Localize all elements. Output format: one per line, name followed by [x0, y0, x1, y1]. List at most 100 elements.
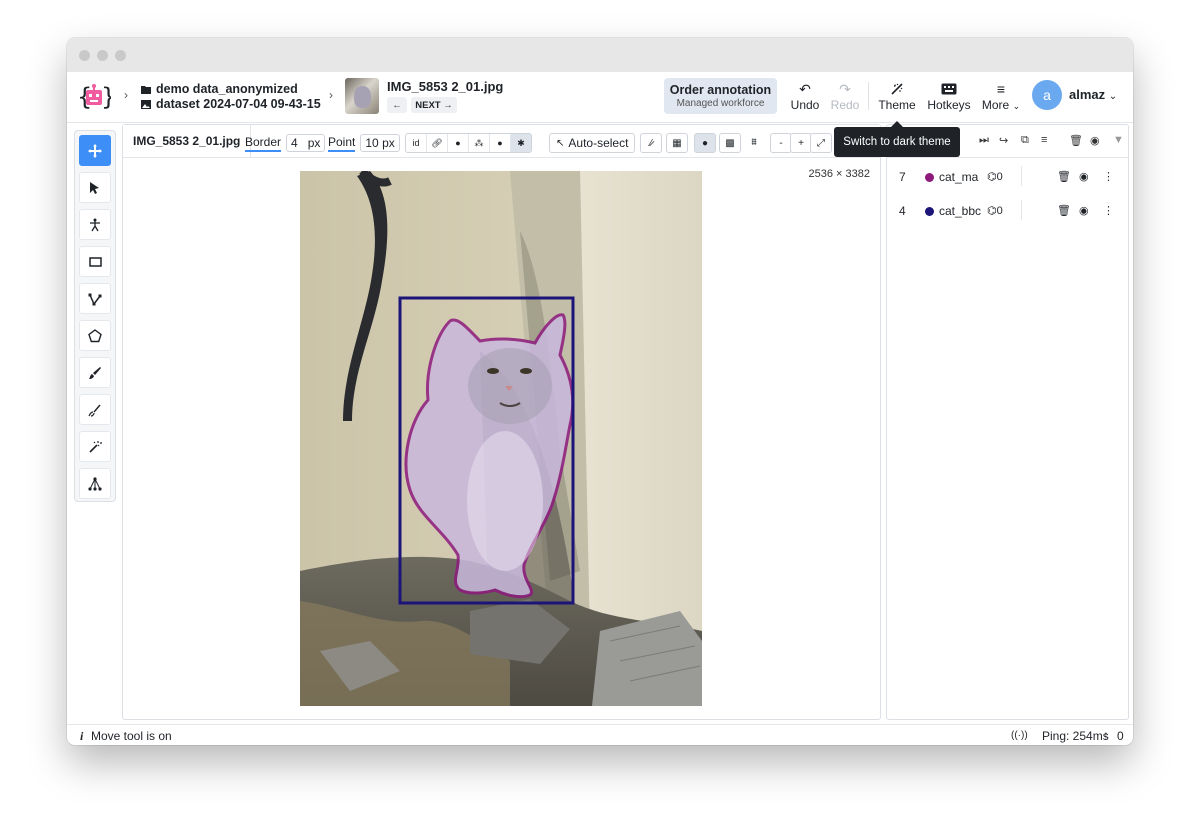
- gear-icon[interactable]: ✱: [511, 134, 531, 152]
- canvas-panel: IMG_5853 2_01.jpg Border 4 px Point 10 p…: [122, 124, 881, 720]
- grid-button[interactable]: ▦: [666, 133, 688, 153]
- user-menu[interactable]: almaz ⌄: [1069, 87, 1117, 102]
- skip-icon[interactable]: ⏭︎: [979, 134, 989, 147]
- visibility-icon[interactable]: ◉: [1090, 134, 1100, 147]
- minimize-window-dot[interactable]: [97, 50, 108, 61]
- magic-toggle-button[interactable]: ⁄̷: [640, 133, 662, 153]
- auto-select-label: Auto-select: [568, 136, 629, 150]
- prev-image-button[interactable]: ←: [387, 97, 407, 113]
- close-window-dot[interactable]: [79, 50, 90, 61]
- id-toggle[interactable]: id: [406, 134, 427, 152]
- graph-tool[interactable]: [79, 468, 111, 499]
- upload-count: 0: [1117, 729, 1124, 743]
- border-width-input[interactable]: 4 px: [286, 134, 326, 152]
- fit-button[interactable]: ⤢: [810, 133, 832, 153]
- tab-image[interactable]: IMG_5853 2_01.jpg: [123, 125, 252, 157]
- order-annotation-button[interactable]: Order annotation Managed workforce: [664, 78, 777, 114]
- header-divider: [868, 82, 869, 110]
- tag-icon[interactable]: ●: [448, 134, 469, 152]
- redo-icon: ↷: [839, 80, 851, 97]
- avatar[interactable]: a: [1032, 80, 1062, 110]
- more-vertical-icon[interactable]: ⋮: [1103, 170, 1114, 183]
- keypoint-tool[interactable]: [79, 209, 111, 240]
- collapse-icon[interactable]: ▼: [1113, 134, 1124, 146]
- theme-button[interactable]: Theme: [875, 80, 919, 112]
- next-image-button[interactable]: NEXT →: [411, 97, 457, 113]
- trash-icon[interactable]: 🗑︎: [1057, 204, 1071, 217]
- annotation-canvas[interactable]: [300, 171, 702, 706]
- delete-all-icon[interactable]: 🗑︎: [1069, 134, 1083, 147]
- object-tags[interactable]: ⌬0: [987, 204, 1003, 217]
- move-tool[interactable]: [79, 135, 111, 166]
- skeleton-icon: [90, 218, 100, 231]
- palette-button[interactable]: ●: [694, 133, 716, 153]
- order-annotation-subtitle: Managed workforce: [676, 98, 765, 109]
- brush-tool[interactable]: [79, 357, 111, 388]
- image-thumbnail[interactable]: [345, 78, 379, 114]
- point-size-input[interactable]: 10 px: [360, 134, 400, 152]
- breadcrumb-project[interactable]: demo data_anonymized: [141, 82, 321, 97]
- image-dimensions: 2536 × 3382: [808, 168, 870, 180]
- magic-wand-icon: [89, 440, 102, 453]
- more-vertical-icon[interactable]: ⋮: [1103, 204, 1114, 217]
- eraser-tool[interactable]: [79, 394, 111, 425]
- point-size-unit: px: [382, 136, 395, 150]
- zoom-in-label: +: [798, 137, 804, 149]
- rectangle-tool[interactable]: [79, 246, 111, 277]
- image-icon: [141, 100, 151, 109]
- object-row[interactable]: 4 cat_bbc ⌬0 🗑︎ ◉ ⋮: [887, 197, 1128, 225]
- object-row[interactable]: 7 cat_ma ⌬0 🗑︎ ◉ ⋮: [887, 163, 1128, 191]
- object-tags[interactable]: ⌬0: [987, 170, 1003, 183]
- hotkeys-button[interactable]: Hotkeys: [925, 80, 973, 112]
- rectangle-icon: [88, 256, 102, 267]
- user-icon[interactable]: ●: [490, 134, 511, 152]
- app-header: { } › demo data_anonymized dataset 2024-…: [67, 72, 1133, 123]
- object-color-swatch: [925, 173, 934, 182]
- mosaic-button[interactable]: ▩: [719, 133, 741, 153]
- hotkeys-label: Hotkeys: [927, 98, 971, 112]
- point-label: Point: [328, 135, 356, 152]
- chevron-right-icon: ›: [329, 88, 333, 102]
- copy-icon[interactable]: ⧉: [1021, 134, 1029, 147]
- status-bar: i Move tool is on ((·)) Ping: 254ms ↑ 0: [67, 724, 1133, 745]
- redo-button[interactable]: ↷ Redo: [827, 80, 863, 113]
- info-icon: i: [80, 729, 84, 743]
- breadcrumb-dataset[interactable]: dataset 2024-07-04 09-43-15: [141, 97, 321, 112]
- adjustments-button[interactable]: ⩩: [744, 133, 764, 151]
- share-icon[interactable]: ↪: [999, 134, 1008, 147]
- theme-icon: [875, 80, 919, 98]
- brush-icon: [89, 366, 101, 379]
- trash-icon[interactable]: 🗑︎: [1057, 170, 1071, 183]
- filter-icon[interactable]: ≡: [1041, 134, 1047, 146]
- zoom-in-button[interactable]: +: [790, 133, 812, 153]
- menu-icon: ≡: [996, 81, 1006, 97]
- image-scene: [300, 171, 702, 706]
- polygon-tool[interactable]: [79, 320, 111, 351]
- breadcrumb-project-label: demo data_anonymized: [156, 82, 298, 96]
- undo-button[interactable]: ↶ Undo: [786, 80, 824, 113]
- sliders-icon: ⩩: [751, 136, 757, 148]
- graph-icon: [88, 476, 102, 491]
- expand-icon: ⤢: [817, 137, 825, 149]
- eye-icon[interactable]: ◉: [1079, 204, 1089, 217]
- breadcrumb: demo data_anonymized dataset 2024-07-04 …: [141, 82, 321, 112]
- polyline-tool[interactable]: [79, 283, 111, 314]
- zoom-out-label: -: [779, 137, 783, 149]
- signal-icon: ((·)): [1011, 730, 1028, 741]
- select-tool[interactable]: [79, 172, 111, 203]
- more-label: More: [981, 98, 1010, 112]
- eye-icon[interactable]: ◉: [1079, 170, 1089, 183]
- undo-icon: ↶: [799, 80, 811, 97]
- auto-select-button[interactable]: ↖ Auto-select: [549, 133, 636, 153]
- user-name: almaz: [1069, 87, 1106, 102]
- zoom-out-button[interactable]: -: [770, 133, 792, 153]
- more-button[interactable]: ≡ More ⌄: [979, 80, 1023, 112]
- thumbnail-cat: [354, 86, 371, 108]
- graph-toggle-icon[interactable]: ⁂: [469, 134, 490, 152]
- link-icon[interactable]: 🔗︎: [427, 134, 448, 152]
- app-logo[interactable]: { }: [77, 80, 111, 114]
- object-id: 7: [899, 170, 906, 184]
- smart-tool[interactable]: [79, 431, 111, 462]
- svg-text:}: }: [101, 83, 111, 111]
- maximize-window-dot[interactable]: [115, 50, 126, 61]
